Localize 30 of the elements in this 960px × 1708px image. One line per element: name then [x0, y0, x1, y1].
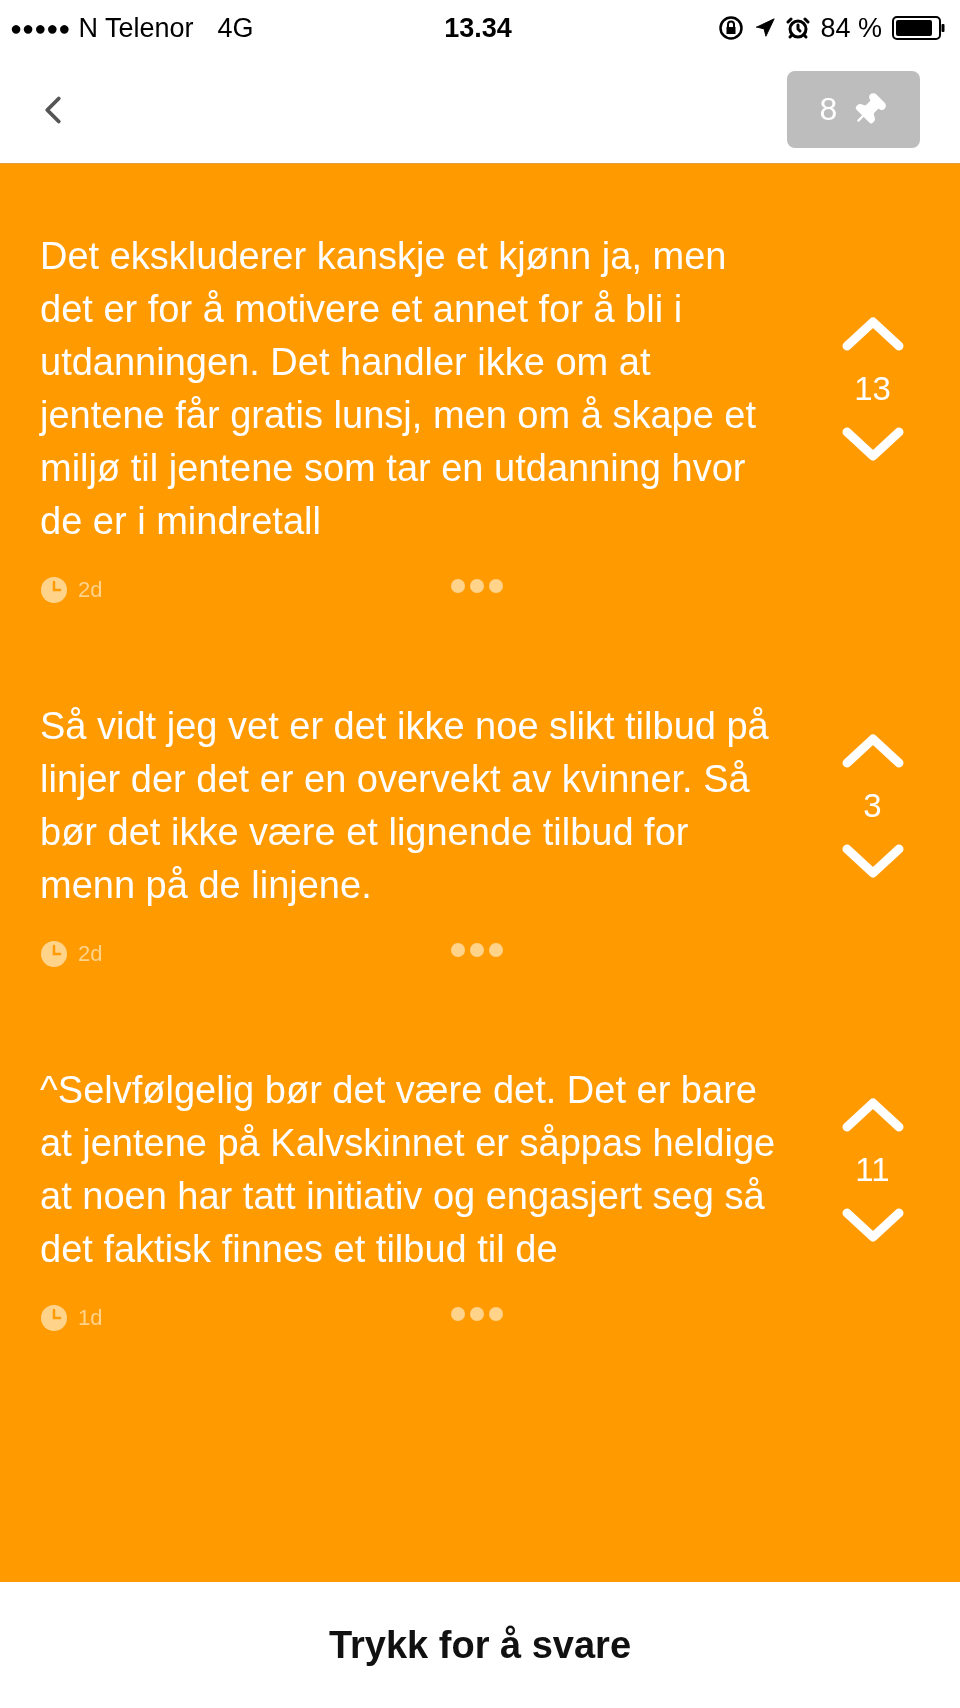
- clock-icon: [40, 1304, 68, 1332]
- more-options-icon[interactable]: [450, 1306, 504, 1322]
- alarm-clock-icon: [786, 16, 811, 40]
- network-type: 4G: [217, 12, 254, 44]
- more-options-icon[interactable]: [450, 578, 504, 594]
- battery-percentage: 84 %: [820, 12, 882, 44]
- location-arrow-icon: [754, 17, 777, 39]
- vote-count: 11: [855, 1151, 890, 1189]
- more-options-icon[interactable]: [450, 942, 504, 958]
- upvote-icon[interactable]: [840, 1095, 905, 1133]
- downvote-icon[interactable]: [840, 1207, 905, 1245]
- downvote-icon[interactable]: [840, 843, 905, 881]
- clock-time: 13.34: [444, 12, 512, 44]
- post-text: ^Selvfølgelig bør det være det. Det er bare at jentene på Kalvskinnet er såppas heldige at noen har tatt initiativ og engasjert seg så det faktisk finnes et tilbud til de: [40, 1068, 777, 1272]
- upvote-icon[interactable]: [840, 314, 905, 352]
- post-text: Det ekskluderer kanskje et kjønn ja, men det er for å motivere et annet for å bli i utdanningen. Det handler ikke om at jentene får gratis lunsj, men om å skape et miljø til jentene som tar en utdanning hvor de er i mindretall: [40, 234, 758, 544]
- vote-count: 13: [854, 370, 891, 408]
- carrier-name: N Telenor: [78, 12, 194, 44]
- upvote-icon[interactable]: [840, 731, 905, 769]
- post-age: 2d: [78, 941, 103, 967]
- battery-icon: [892, 16, 946, 40]
- rotation-lock-icon: [718, 15, 745, 41]
- clock-icon: [40, 576, 68, 604]
- vote-count: 3: [863, 787, 882, 825]
- clock-icon: [40, 940, 68, 968]
- post-text: Så vidt jeg vet er det ikke noe slikt tilbud på linjer der det er en overvekt av kvinner. Så bør det ikke være et lignende tilbud for menn på de linjene.: [40, 704, 770, 908]
- downvote-icon[interactable]: [840, 426, 905, 464]
- post-age: 2d: [78, 577, 103, 603]
- signal-strength: ●●●●●: [10, 16, 71, 40]
- post-age: 1d: [78, 1305, 103, 1331]
